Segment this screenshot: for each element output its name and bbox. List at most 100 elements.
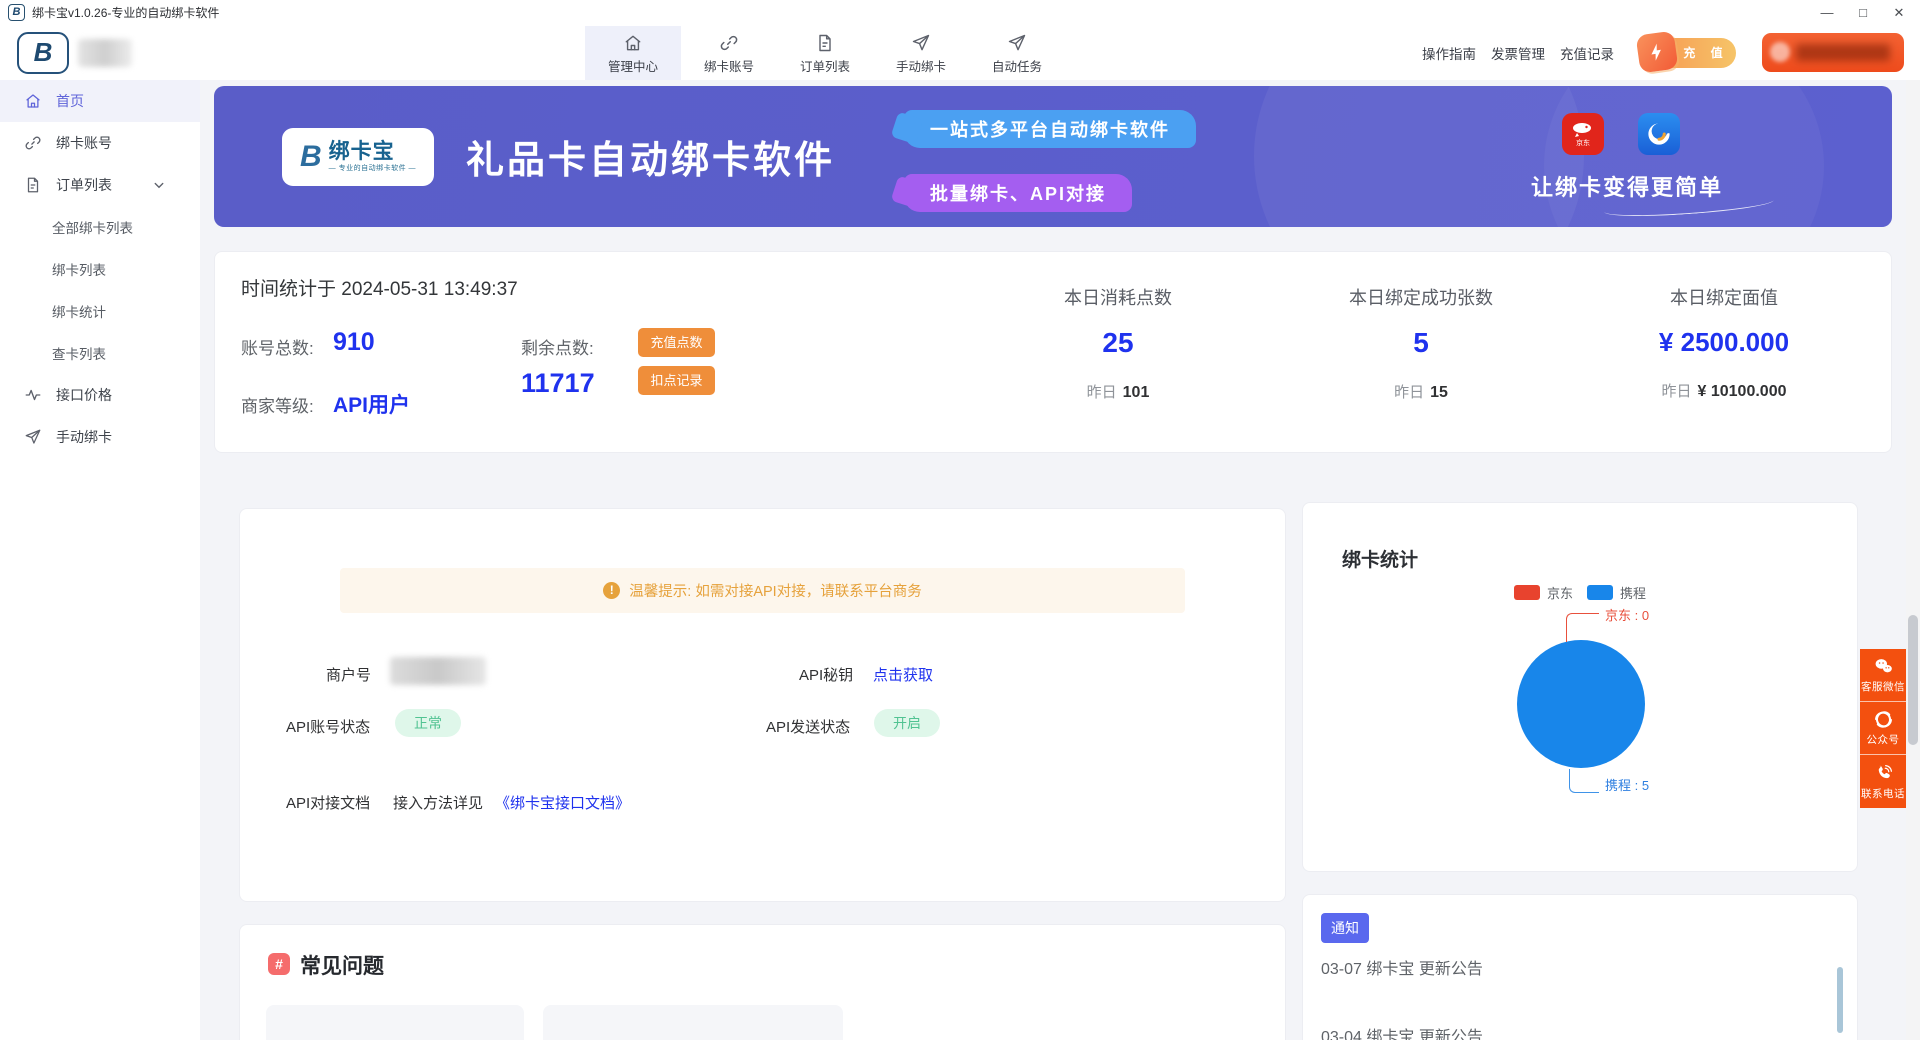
yesterday-label: 昨日 (1087, 384, 1117, 401)
document-icon (24, 176, 42, 194)
tab-manual-bind[interactable]: 手动绑卡 (873, 26, 969, 80)
contact-phone-button[interactable]: 联系电话 (1860, 755, 1906, 808)
brand-glyph: B (300, 140, 322, 174)
sidebar-item-card-accounts[interactable]: 绑卡账号 (0, 122, 200, 164)
tab-label: 订单列表 (800, 56, 850, 75)
sidebar-item-label: 首页 (56, 91, 84, 111)
home-icon (24, 92, 42, 110)
sidebar-item-label: 查卡列表 (52, 343, 106, 363)
sidebar-item-label: 全部绑卡列表 (52, 217, 133, 237)
titlebar: B 绑卡宝v1.0.26-专业的自动绑卡软件 — □ ✕ (0, 0, 1920, 26)
notice-item[interactable]: 03-07 绑卡宝 更新公告 (1321, 955, 1483, 979)
faq-item[interactable] (266, 1005, 524, 1040)
recharge-button-label: 充 值 (1683, 46, 1728, 60)
legend-label: 京东 (1547, 583, 1573, 602)
legend-item-jd[interactable]: 京东 (1514, 583, 1573, 602)
sidebar-item-api-price[interactable]: 接口价格 (0, 374, 200, 416)
legend-item-ctrip[interactable]: 携程 (1587, 583, 1646, 602)
stat-label: 本日绑定成功张数 (1281, 284, 1561, 310)
api-doc-link[interactable]: 《绑卡宝接口文档》 (495, 792, 630, 813)
sidebar-item-home[interactable]: 首页 (0, 80, 200, 122)
recharge-points-button[interactable]: 充值点数 (638, 328, 715, 357)
legend-swatch-red (1514, 585, 1540, 600)
account-status-label: API账号状态 (286, 716, 370, 737)
floating-contact-bar: 客服微信 公众号 联系电话 (1860, 649, 1906, 808)
link-icon (24, 134, 42, 152)
jd-icon-label: 京东 (1576, 140, 1590, 147)
banner-title: 礼品卡自动绑卡软件 (466, 86, 835, 227)
faq-item[interactable] (543, 1005, 843, 1040)
sidebar-item-label: 手动绑卡 (56, 427, 112, 447)
pie-chart (1517, 640, 1645, 768)
link-recharge-records[interactable]: 充值记录 (1560, 43, 1614, 63)
stat-today-cards: 本日绑定成功张数 5 昨日15 (1281, 284, 1561, 402)
deduction-log-button[interactable]: 扣点记录 (638, 366, 715, 395)
faq-title: 常见问题 (300, 950, 384, 980)
legend-swatch-blue (1587, 585, 1613, 600)
hero-banner: B 绑卡宝 — 专业的自动绑卡软件 — 礼品卡自动绑卡软件 一站式多平台自动绑卡… (214, 86, 1892, 227)
account-total-label: 账号总数: (241, 334, 314, 359)
notice-scrollbar-thumb[interactable] (1837, 967, 1843, 1033)
api-key-get-link[interactable]: 点击获取 (873, 664, 933, 685)
vertical-scrollbar[interactable] (1906, 80, 1920, 1040)
redacted-account-name (78, 39, 132, 67)
document-icon (815, 33, 835, 53)
pie-label-jd: 京东 : 0 (1605, 605, 1649, 624)
sidebar-item-label: 绑卡账号 (56, 133, 112, 153)
stat-value: ¥ 2500.000 (1584, 327, 1864, 358)
sidebar-item-order-list[interactable]: 订单列表 (0, 164, 200, 206)
tab-order-list[interactable]: 订单列表 (777, 26, 873, 80)
link-icon (719, 33, 739, 53)
brand-logo: B (17, 32, 69, 74)
stat-yesterday: 昨日15 (1281, 381, 1561, 402)
tab-auto-tasks[interactable]: 自动任务 (969, 26, 1065, 80)
sidebar-item-manual-bind[interactable]: 手动绑卡 (0, 416, 200, 458)
pie-label-ctrip: 携程 : 5 (1605, 775, 1649, 794)
account-total-value: 910 (333, 328, 375, 357)
official-account-icon (1873, 709, 1894, 730)
bind-stats-chart-panel: 绑卡统计 京东 携程 京东 : 0 携程 : 5 (1302, 502, 1858, 872)
phone-icon (1873, 763, 1894, 784)
sidebar-item-bind-list[interactable]: 绑卡列表 (0, 248, 200, 290)
send-icon (1007, 33, 1027, 53)
official-account-button[interactable]: 公众号 (1860, 702, 1906, 755)
pie-leader-line-top (1566, 613, 1599, 642)
stat-yesterday: 昨日101 (978, 381, 1258, 402)
link-operation-guide[interactable]: 操作指南 (1422, 43, 1476, 63)
header-links: 操作指南 发票管理 充值记录 (1422, 26, 1614, 80)
redacted-account-text (1796, 44, 1890, 61)
recharge-button[interactable]: 充 值 (1654, 38, 1736, 68)
stat-today-value: 本日绑定面值 ¥ 2500.000 昨日¥ 10100.000 (1584, 284, 1864, 401)
tab-management-center[interactable]: 管理中心 (585, 26, 681, 80)
stat-value: 25 (978, 327, 1258, 359)
yesterday-label: 昨日 (1662, 383, 1692, 400)
sidebar-item-label: 绑卡列表 (52, 259, 106, 279)
banner-badge-1: 一站式多平台自动绑卡软件 (904, 110, 1196, 148)
customer-service-wechat-button[interactable]: 客服微信 (1860, 649, 1906, 702)
account-button-redacted[interactable] (1762, 33, 1904, 72)
api-info-panel: ! 温馨提示: 如需对接API对接，请联系平台商务 商户号 API秘钥 点击获取… (239, 508, 1286, 902)
sidebar-item-card-query-list[interactable]: 查卡列表 (0, 332, 200, 374)
scrollbar-thumb[interactable] (1908, 615, 1918, 745)
notice-item[interactable]: 03-04 绑卡宝 更新公告 (1321, 1023, 1483, 1040)
minimize-button[interactable]: — (1812, 0, 1842, 26)
stat-today-points: 本日消耗点数 25 昨日101 (978, 284, 1258, 402)
pulse-icon (24, 386, 42, 404)
wechat-icon (1873, 656, 1894, 677)
lightning-icon (1636, 31, 1679, 74)
notice-tag: 通知 (1321, 913, 1369, 943)
sidebar-item-bind-stats[interactable]: 绑卡统计 (0, 290, 200, 332)
brand-tagline: — 专业的自动绑卡软件 — (329, 163, 416, 173)
maximize-button[interactable]: □ (1848, 0, 1878, 26)
yesterday-value: ¥ 10100.000 (1698, 383, 1787, 400)
chart-legend: 京东 携程 (1303, 583, 1857, 602)
float-button-label: 客服微信 (1861, 679, 1905, 694)
link-invoice-management[interactable]: 发票管理 (1491, 43, 1545, 63)
legend-label: 携程 (1620, 583, 1646, 602)
points-label: 剩余点数: (521, 334, 594, 359)
sidebar-item-all-bind-list[interactable]: 全部绑卡列表 (0, 206, 200, 248)
window-title: 绑卡宝v1.0.26-专业的自动绑卡软件 (32, 0, 219, 26)
stats-timestamp: 时间统计于 2024-05-31 13:49:37 (241, 274, 518, 301)
close-button[interactable]: ✕ (1884, 0, 1914, 26)
tab-card-accounts[interactable]: 绑卡账号 (681, 26, 777, 80)
